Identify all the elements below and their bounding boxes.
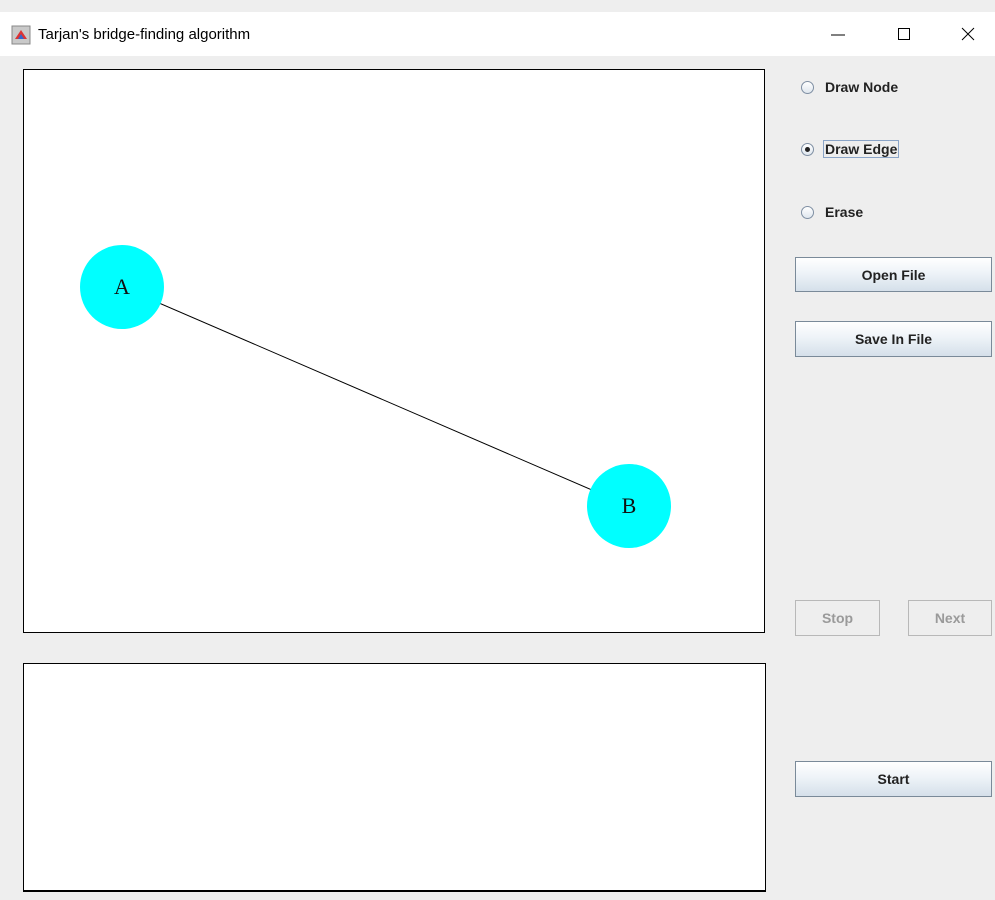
draw-edge-radio[interactable]: Draw Edge xyxy=(801,138,900,160)
maximize-icon xyxy=(898,28,910,40)
erase-radio[interactable]: Erase xyxy=(801,201,865,223)
graph-edge[interactable] xyxy=(121,286,630,507)
maximize-button[interactable] xyxy=(881,12,927,56)
start-button[interactable]: Start xyxy=(795,761,992,797)
radio-label: Draw Edge xyxy=(823,140,900,158)
radio-selected-dot xyxy=(805,146,810,152)
graph-canvas[interactable]: A B xyxy=(23,69,765,633)
title-bar: Tarjan's bridge-finding algorithm xyxy=(0,12,995,56)
radio-label: Draw Node xyxy=(825,79,899,95)
radio-circle xyxy=(801,142,814,156)
window-title: Tarjan's bridge-finding algorithm xyxy=(38,26,251,43)
draw-node-radio[interactable]: Draw Node xyxy=(801,76,900,98)
next-button[interactable]: Next xyxy=(908,600,992,636)
close-icon xyxy=(961,27,975,41)
open-file-button[interactable]: Open File xyxy=(795,257,992,292)
save-in-file-button[interactable]: Save In File xyxy=(795,321,992,357)
java-app-icon xyxy=(11,25,31,45)
graph-node-label: A xyxy=(114,274,130,299)
graph-node-a[interactable]: A xyxy=(80,245,164,329)
graph-node-b[interactable]: B xyxy=(587,464,671,548)
radio-circle xyxy=(801,205,814,219)
graph-node-label: B xyxy=(622,493,637,518)
minimize-button[interactable] xyxy=(815,12,861,56)
radio-circle xyxy=(801,80,814,94)
minimize-icon xyxy=(831,34,845,36)
stop-button[interactable]: Stop xyxy=(795,600,880,636)
output-area[interactable] xyxy=(23,663,766,892)
radio-label: Erase xyxy=(825,204,864,220)
close-button[interactable] xyxy=(945,12,991,56)
graph-svg: A B xyxy=(80,245,671,548)
